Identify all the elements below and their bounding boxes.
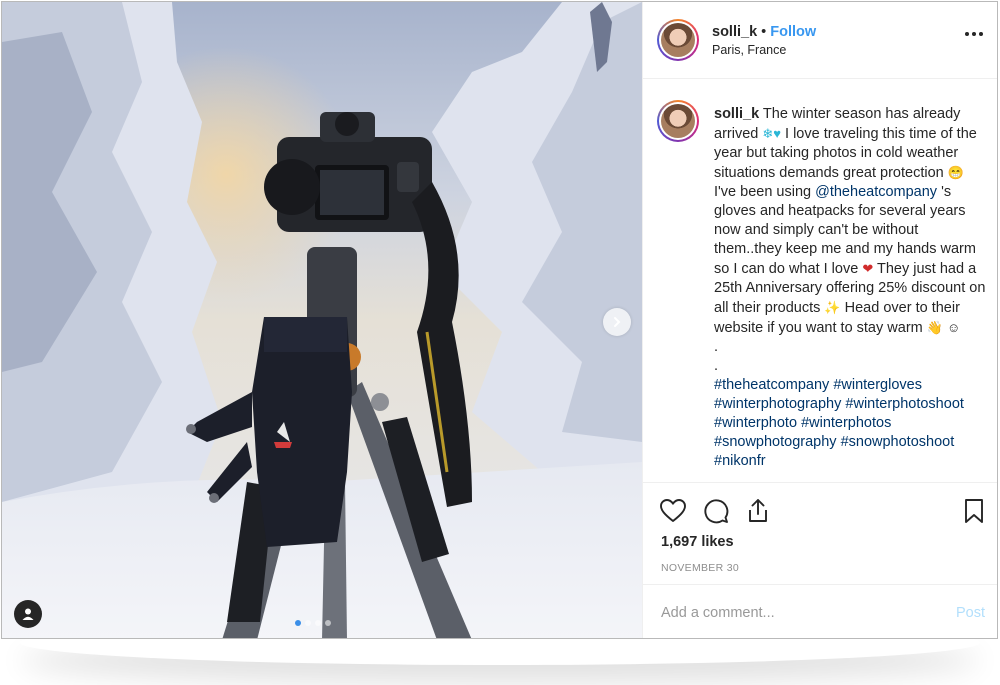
- hashtag-link[interactable]: #winterphotos: [801, 415, 891, 431]
- heart-icon[interactable]: [659, 497, 687, 525]
- sparkle-emoji: ✨: [824, 300, 841, 315]
- comment-input[interactable]: [661, 599, 931, 627]
- carousel-dot-1: [295, 620, 301, 626]
- caption-text-3: I've been using: [714, 184, 812, 200]
- post-comment-button[interactable]: Post: [956, 605, 985, 621]
- post-date[interactable]: NOVEMBER 30: [661, 562, 739, 574]
- hashtag-link[interactable]: #theheatcompany: [714, 377, 829, 393]
- carousel-dot-2: [305, 620, 311, 626]
- post-location[interactable]: Paris, France: [712, 43, 786, 57]
- post-header: solli_k • Follow Paris, France: [643, 2, 997, 79]
- more-icon[interactable]: [965, 32, 983, 36]
- hashtag-link[interactable]: #wintergloves: [833, 377, 922, 393]
- carousel-dot-4: [325, 620, 331, 626]
- hashtag-link[interactable]: #winterphotography: [714, 396, 841, 412]
- comment-icon[interactable]: [702, 497, 730, 525]
- comments-area: solli_k The winter season has already ar…: [643, 80, 997, 482]
- smile-emoji: ☺: [946, 320, 961, 335]
- next-slide-button[interactable]: [603, 308, 631, 336]
- instagram-post-card: solli_k • Follow Paris, France solli_k T…: [1, 1, 998, 639]
- user-tag-button[interactable]: [14, 600, 42, 628]
- user-tag-icon: [22, 608, 34, 620]
- caption-username[interactable]: solli_k: [714, 106, 759, 122]
- snowflake-heart-emoji: ❄♥: [762, 126, 781, 141]
- follow-button[interactable]: Follow: [770, 24, 816, 40]
- post-photo[interactable]: [2, 2, 642, 638]
- header-username[interactable]: solli_k: [712, 24, 757, 40]
- carousel-indicators: [295, 620, 331, 626]
- chevron-right-icon: [614, 317, 621, 327]
- grin-emoji: 😁: [947, 165, 964, 180]
- likes-count[interactable]: 1,697 likes: [661, 534, 734, 550]
- caption-avatar[interactable]: [657, 100, 699, 142]
- post-caption: solli_k The winter season has already ar…: [714, 105, 986, 471]
- comment-form: Post: [643, 584, 997, 638]
- hearts-emoji: ❤: [862, 261, 874, 276]
- bookmark-icon[interactable]: [960, 497, 988, 525]
- hashtag-link[interactable]: #winterphotoshoot: [845, 396, 964, 412]
- hashtag-list: #theheatcompany #wintergloves #winterpho…: [714, 376, 986, 471]
- share-icon[interactable]: [744, 497, 772, 525]
- avatar[interactable]: [657, 19, 699, 61]
- photo-scene: [2, 2, 642, 638]
- carousel-dot-3: [315, 620, 321, 626]
- hashtag-link[interactable]: #winterphoto: [714, 415, 797, 431]
- post-sidebar: solli_k • Follow Paris, France solli_k T…: [642, 2, 997, 638]
- hashtag-link[interactable]: #snowphotography: [714, 434, 837, 450]
- caption-dot-2: .: [714, 358, 719, 374]
- header-line: solli_k • Follow: [712, 23, 816, 41]
- mention-link[interactable]: @theheatcompany: [815, 184, 937, 200]
- header-separator: •: [761, 24, 767, 40]
- action-bar: 1,697 likes NOVEMBER 30: [643, 482, 997, 584]
- caption-dot-1: .: [714, 339, 719, 355]
- hand-emoji: 👋: [926, 320, 943, 335]
- hashtag-link[interactable]: #nikonfr: [714, 453, 766, 469]
- hashtag-link[interactable]: #snowphotoshoot: [841, 434, 955, 450]
